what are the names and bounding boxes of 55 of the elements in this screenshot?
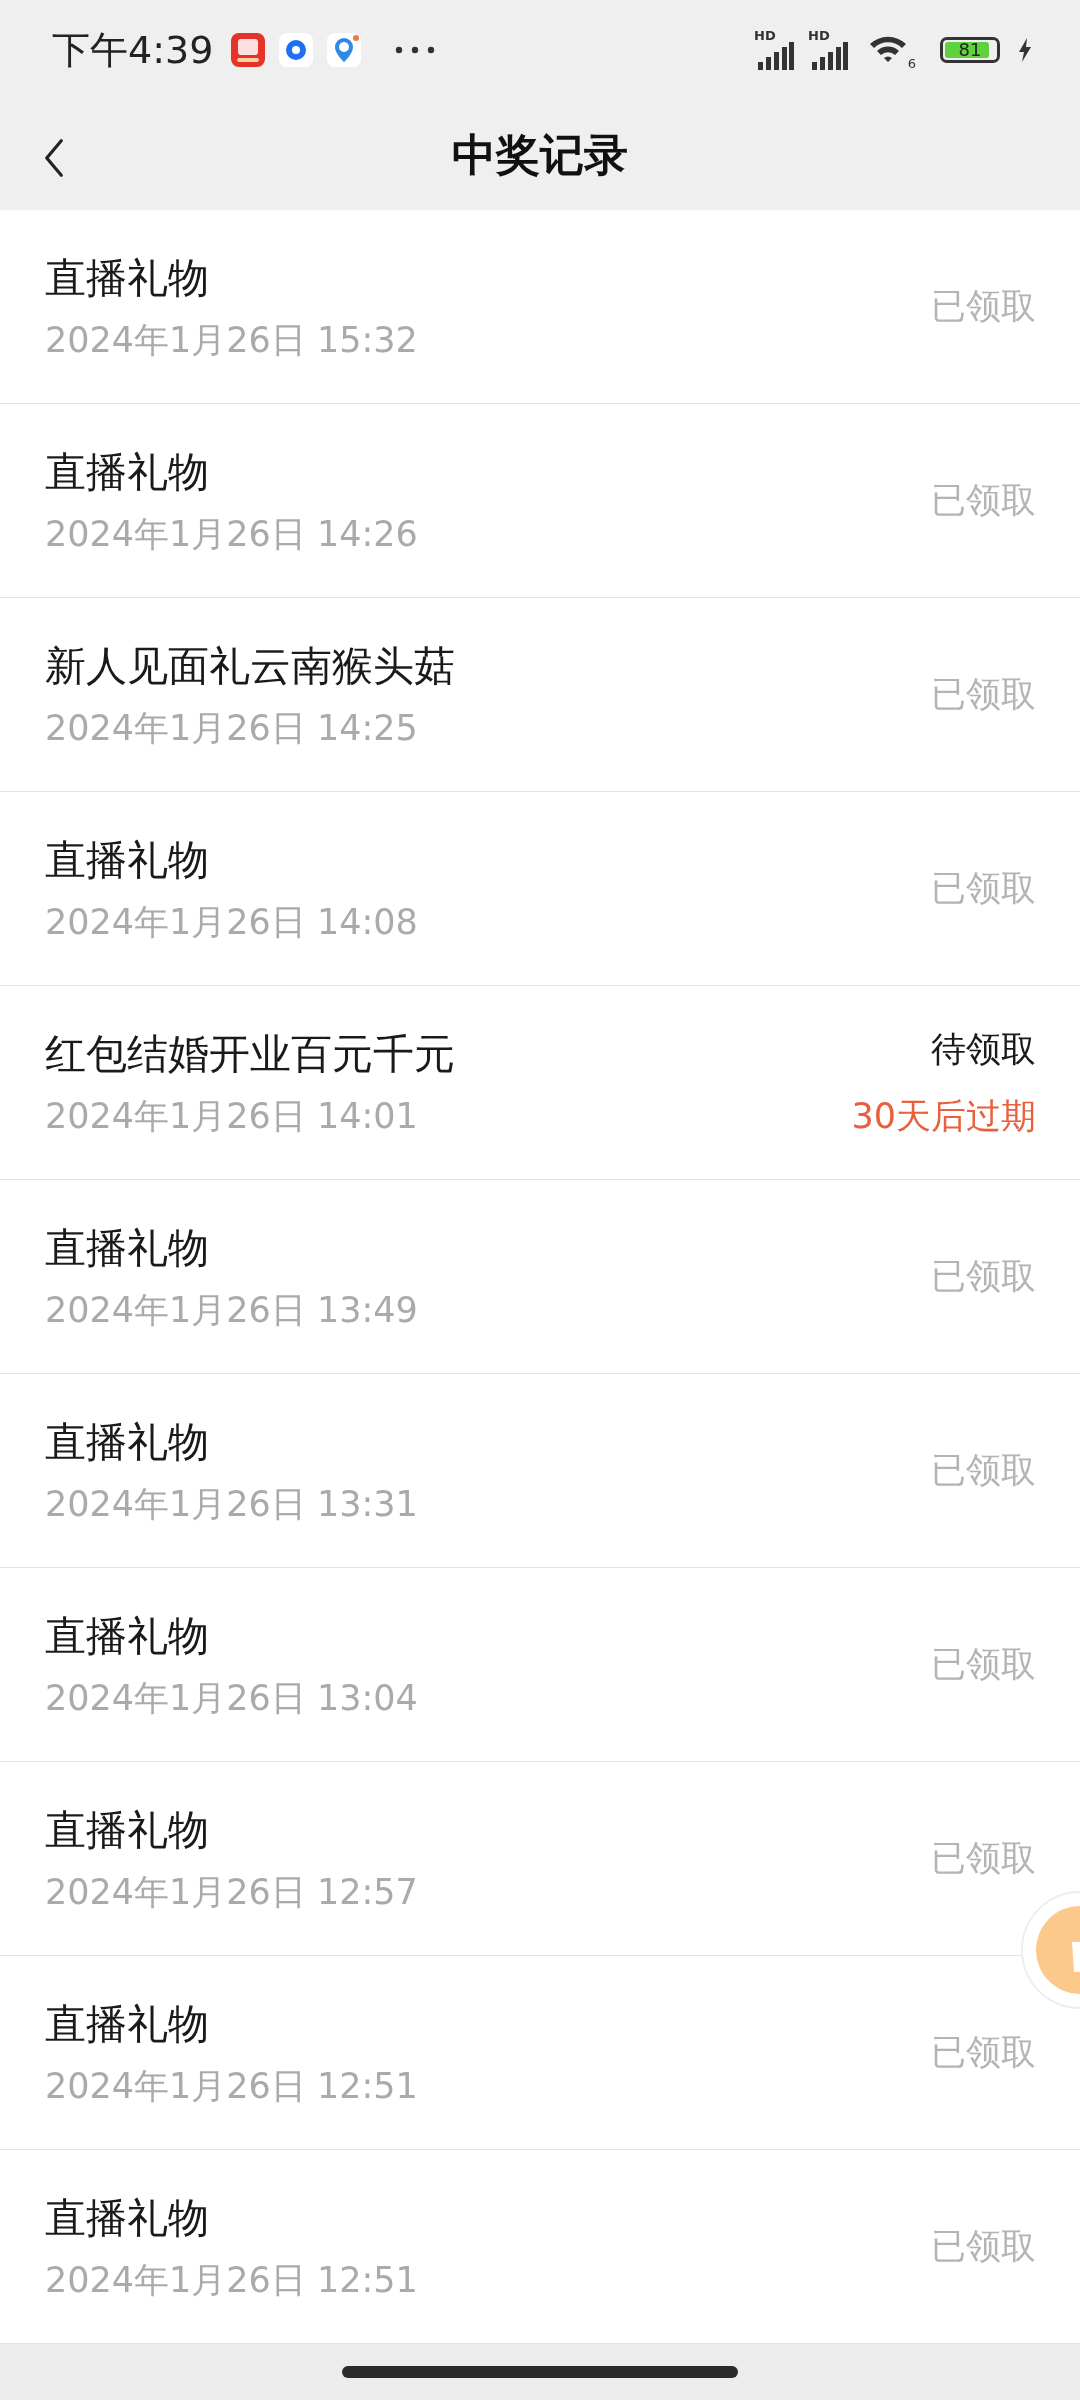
prize-name: 直播礼物 xyxy=(45,446,210,498)
prize-name: 直播礼物 xyxy=(45,1610,210,1662)
prize-name: 直播礼物 xyxy=(45,1998,210,2050)
record-row[interactable]: 新人见面礼云南猴头菇 2024年1月26日 14:25 已领取 xyxy=(0,598,1080,792)
floating-button-icon[interactable] xyxy=(1020,1890,1080,2010)
claim-status: 已领取 xyxy=(931,867,1036,910)
prize-date: 2024年1月26日 14:25 xyxy=(45,706,419,750)
prize-name: 直播礼物 xyxy=(45,252,210,304)
claim-status: 已领取 xyxy=(931,1255,1036,1298)
expiry-note: 30天后过期 xyxy=(851,1094,1036,1138)
prize-date: 2024年1月26日 12:51 xyxy=(45,2064,418,2108)
prize-name: 直播礼物 xyxy=(45,1222,210,1274)
claim-status: 已领取 xyxy=(931,673,1036,716)
claim-status: 待领取 xyxy=(931,1027,1036,1071)
prize-name: 新人见面礼云南猴头菇 xyxy=(45,640,455,692)
claim-status: 已领取 xyxy=(931,1837,1036,1880)
map-pin-icon xyxy=(327,33,362,67)
claim-status: 已领取 xyxy=(931,2225,1036,2268)
network-label: HD xyxy=(754,28,776,43)
prize-date: 2024年1月26日 14:08 xyxy=(45,900,418,944)
record-row[interactable]: 红包结婚开业百元千元 2024年1月26日 14:01 待领取 30天后过期 xyxy=(0,986,1080,1180)
prize-name: 红包结婚开业百元千元 xyxy=(45,1028,455,1080)
claim-status: 已领取 xyxy=(931,285,1036,328)
record-row[interactable]: 直播礼物 2024年1月26日 13:04 已领取 xyxy=(0,1568,1080,1762)
prize-date: 2024年1月26日 13:04 xyxy=(45,1676,418,1720)
claim-status: 已领取 xyxy=(931,1449,1036,1492)
signal-icon xyxy=(758,42,794,70)
home-indicator[interactable] xyxy=(342,2366,738,2378)
page-title: 中奖记录 xyxy=(452,127,628,182)
record-row[interactable]: 直播礼物 2024年1月26日 13:31 已领取 xyxy=(0,1374,1080,1568)
status-time: 下午4:39 xyxy=(52,26,214,74)
record-row[interactable]: 直播礼物 2024年1月26日 13:49 已领取 xyxy=(0,1180,1080,1374)
prize-name: 直播礼物 xyxy=(45,834,210,886)
prize-name: 直播礼物 xyxy=(45,1416,210,1468)
record-row[interactable]: 直播礼物 2024年1月26日 14:26 已领取 xyxy=(0,404,1080,598)
charging-icon xyxy=(1018,38,1032,62)
battery-level: 81 xyxy=(957,41,983,59)
claim-status: 已领取 xyxy=(931,1643,1036,1686)
signal-icon xyxy=(812,42,848,70)
more-icon xyxy=(395,46,436,54)
prize-date: 2024年1月26日 13:31 xyxy=(45,1482,418,1526)
prize-date: 2024年1月26日 14:01 xyxy=(45,1094,419,1138)
wifi-label: 6 xyxy=(907,56,916,71)
record-row[interactable]: 直播礼物 2024年1月26日 14:08 已领取 xyxy=(0,792,1080,986)
prize-date: 2024年1月26日 12:57 xyxy=(45,1870,418,1914)
prize-date: 2024年1月26日 14:26 xyxy=(45,512,418,556)
network-label: HD xyxy=(808,28,830,43)
prize-date: 2024年1月26日 15:32 xyxy=(45,318,418,362)
record-row[interactable]: 直播礼物 2024年1月26日 15:32 已领取 xyxy=(0,210,1080,404)
prize-name: 直播礼物 xyxy=(45,1804,210,1856)
prize-date: 2024年1月26日 13:49 xyxy=(45,1288,418,1332)
claim-status: 已领取 xyxy=(931,2031,1036,2074)
prize-name: 直播礼物 xyxy=(45,2192,210,2244)
prize-date: 2024年1月26日 12:51 xyxy=(45,2258,418,2302)
claim-status: 已领取 xyxy=(931,479,1036,522)
